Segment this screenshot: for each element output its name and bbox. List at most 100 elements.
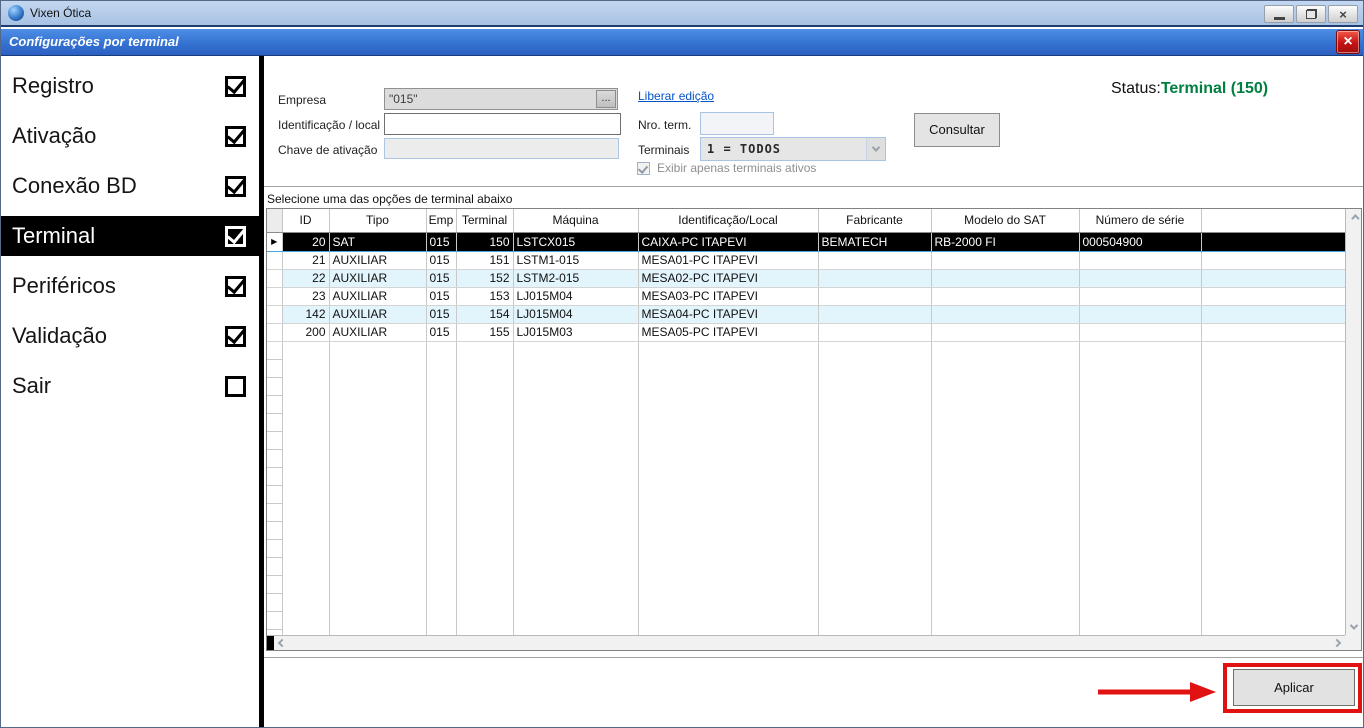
cell[interactable] bbox=[818, 305, 931, 323]
aplicar-button[interactable]: Aplicar bbox=[1233, 669, 1355, 706]
row-selector-cell[interactable] bbox=[267, 287, 282, 305]
checkbox-icon[interactable] bbox=[225, 176, 246, 197]
column-header-emp[interactable]: Emp bbox=[426, 209, 456, 232]
cell[interactable]: AUXILIAR bbox=[329, 269, 426, 287]
scroll-down-button[interactable] bbox=[1346, 619, 1361, 635]
row-selector-cell[interactable] bbox=[267, 269, 282, 287]
checkbox-icon[interactable] bbox=[225, 126, 246, 147]
cell[interactable]: MESA02-PC ITAPEVI bbox=[638, 269, 818, 287]
nro-term-field[interactable] bbox=[700, 112, 774, 135]
cell[interactable]: MESA03-PC ITAPEVI bbox=[638, 287, 818, 305]
column-header-id[interactable]: ID bbox=[282, 209, 329, 232]
cell[interactable] bbox=[1079, 269, 1201, 287]
cell[interactable]: 015 bbox=[426, 251, 456, 269]
cell[interactable]: MESA01-PC ITAPEVI bbox=[638, 251, 818, 269]
exibir-ativos-checkbox[interactable] bbox=[637, 162, 650, 175]
column-header-tipo[interactable]: Tipo bbox=[329, 209, 426, 232]
vertical-scrollbar[interactable] bbox=[1345, 209, 1361, 635]
sidebar-item-validacao[interactable]: Validação bbox=[1, 316, 259, 356]
restore-button[interactable] bbox=[1296, 5, 1326, 23]
column-header-fabricante[interactable]: Fabricante bbox=[818, 209, 931, 232]
cell[interactable] bbox=[931, 305, 1079, 323]
table-row[interactable]: 21AUXILIAR015151LSTM1-015MESA01-PC ITAPE… bbox=[267, 251, 1345, 269]
scroll-left-button[interactable] bbox=[274, 636, 290, 650]
row-selector-cell[interactable] bbox=[267, 251, 282, 269]
cell[interactable] bbox=[931, 287, 1079, 305]
table-row[interactable]: 200AUXILIAR015155LJ015M03MESA05-PC ITAPE… bbox=[267, 323, 1345, 341]
cell[interactable]: AUXILIAR bbox=[329, 251, 426, 269]
cell[interactable]: AUXILIAR bbox=[329, 287, 426, 305]
chave-field[interactable] bbox=[384, 138, 619, 159]
close-dialog-button[interactable]: × bbox=[1336, 30, 1360, 54]
row-selector-cell[interactable] bbox=[267, 323, 282, 341]
checkbox-icon[interactable] bbox=[225, 226, 246, 247]
cell[interactable] bbox=[1079, 287, 1201, 305]
column-header-modelo-sat[interactable]: Modelo do SAT bbox=[931, 209, 1079, 232]
minimize-button[interactable] bbox=[1264, 5, 1294, 23]
scroll-right-button[interactable] bbox=[1329, 636, 1345, 650]
cell[interactable]: 000504900 bbox=[1079, 232, 1201, 251]
scroll-up-button[interactable] bbox=[1346, 209, 1361, 225]
consultar-button[interactable]: Consultar bbox=[914, 113, 1000, 147]
column-header-terminal[interactable]: Terminal bbox=[456, 209, 513, 232]
cell[interactable]: LSTCX015 bbox=[513, 232, 638, 251]
cell[interactable]: 015 bbox=[426, 232, 456, 251]
cell[interactable] bbox=[818, 287, 931, 305]
column-header-numero-serie[interactable]: Número de série bbox=[1079, 209, 1201, 232]
cell[interactable]: 015 bbox=[426, 323, 456, 341]
cell[interactable]: 015 bbox=[426, 287, 456, 305]
cell[interactable]: 150 bbox=[456, 232, 513, 251]
cell[interactable]: LJ015M04 bbox=[513, 287, 638, 305]
terminais-dropdown[interactable]: 1 = TODOS bbox=[700, 137, 886, 161]
cell[interactable]: BEMATECH bbox=[818, 232, 931, 251]
sidebar-item-terminal[interactable]: Terminal bbox=[1, 216, 259, 256]
cell[interactable] bbox=[931, 323, 1079, 341]
close-window-button[interactable]: × bbox=[1328, 5, 1358, 23]
table-row[interactable]: 142AUXILIAR015154LJ015M04MESA04-PC ITAPE… bbox=[267, 305, 1345, 323]
table-row[interactable]: 22AUXILIAR015152LSTM2-015MESA02-PC ITAPE… bbox=[267, 269, 1345, 287]
cell[interactable]: MESA05-PC ITAPEVI bbox=[638, 323, 818, 341]
sidebar-item-registro[interactable]: Registro bbox=[1, 66, 259, 106]
sidebar-item-conexao-bd[interactable]: Conexão BD bbox=[1, 166, 259, 206]
cell[interactable]: 142 bbox=[282, 305, 329, 323]
checkbox-icon[interactable] bbox=[225, 276, 246, 297]
checkbox-icon[interactable] bbox=[225, 326, 246, 347]
cell[interactable]: LSTM1-015 bbox=[513, 251, 638, 269]
cell[interactable]: LJ015M04 bbox=[513, 305, 638, 323]
cell[interactable]: 20 bbox=[282, 232, 329, 251]
cell[interactable]: 200 bbox=[282, 323, 329, 341]
cell[interactable]: SAT bbox=[329, 232, 426, 251]
cell[interactable]: 153 bbox=[456, 287, 513, 305]
cell[interactable] bbox=[818, 323, 931, 341]
checkbox-icon[interactable] bbox=[225, 76, 246, 97]
cell[interactable]: 015 bbox=[426, 269, 456, 287]
scrollbar-thumb[interactable] bbox=[267, 636, 274, 650]
cell[interactable] bbox=[818, 269, 931, 287]
liberar-edicao-link[interactable]: Liberar edição bbox=[638, 89, 714, 103]
cell[interactable]: CAIXA-PC ITAPEVI bbox=[638, 232, 818, 251]
identificacao-field[interactable] bbox=[384, 113, 621, 135]
cell[interactable]: 22 bbox=[282, 269, 329, 287]
cell[interactable] bbox=[931, 251, 1079, 269]
horizontal-scrollbar[interactable] bbox=[267, 635, 1345, 650]
table-row[interactable]: 23AUXILIAR015153LJ015M04MESA03-PC ITAPEV… bbox=[267, 287, 1345, 305]
cell[interactable]: 152 bbox=[456, 269, 513, 287]
cell[interactable]: AUXILIAR bbox=[329, 305, 426, 323]
cell[interactable]: LJ015M03 bbox=[513, 323, 638, 341]
sidebar-item-ativacao[interactable]: Ativação bbox=[1, 116, 259, 156]
table-row[interactable]: ▶20SAT015150LSTCX015CAIXA-PC ITAPEVIBEMA… bbox=[267, 232, 1345, 251]
cell[interactable]: 015 bbox=[426, 305, 456, 323]
cell[interactable]: AUXILIAR bbox=[329, 323, 426, 341]
cell[interactable] bbox=[818, 251, 931, 269]
sidebar-item-perifericos[interactable]: Periféricos bbox=[1, 266, 259, 306]
cell[interactable]: 23 bbox=[282, 287, 329, 305]
cell[interactable]: MESA04-PC ITAPEVI bbox=[638, 305, 818, 323]
row-selector-cell[interactable]: ▶ bbox=[267, 232, 282, 251]
row-selector-cell[interactable] bbox=[267, 305, 282, 323]
browse-button[interactable]: ... bbox=[596, 90, 616, 108]
cell[interactable] bbox=[1079, 323, 1201, 341]
dropdown-arrow-button[interactable] bbox=[866, 138, 885, 160]
cell[interactable]: RB-2000 FI bbox=[931, 232, 1079, 251]
cell[interactable]: 151 bbox=[456, 251, 513, 269]
cell[interactable] bbox=[931, 269, 1079, 287]
